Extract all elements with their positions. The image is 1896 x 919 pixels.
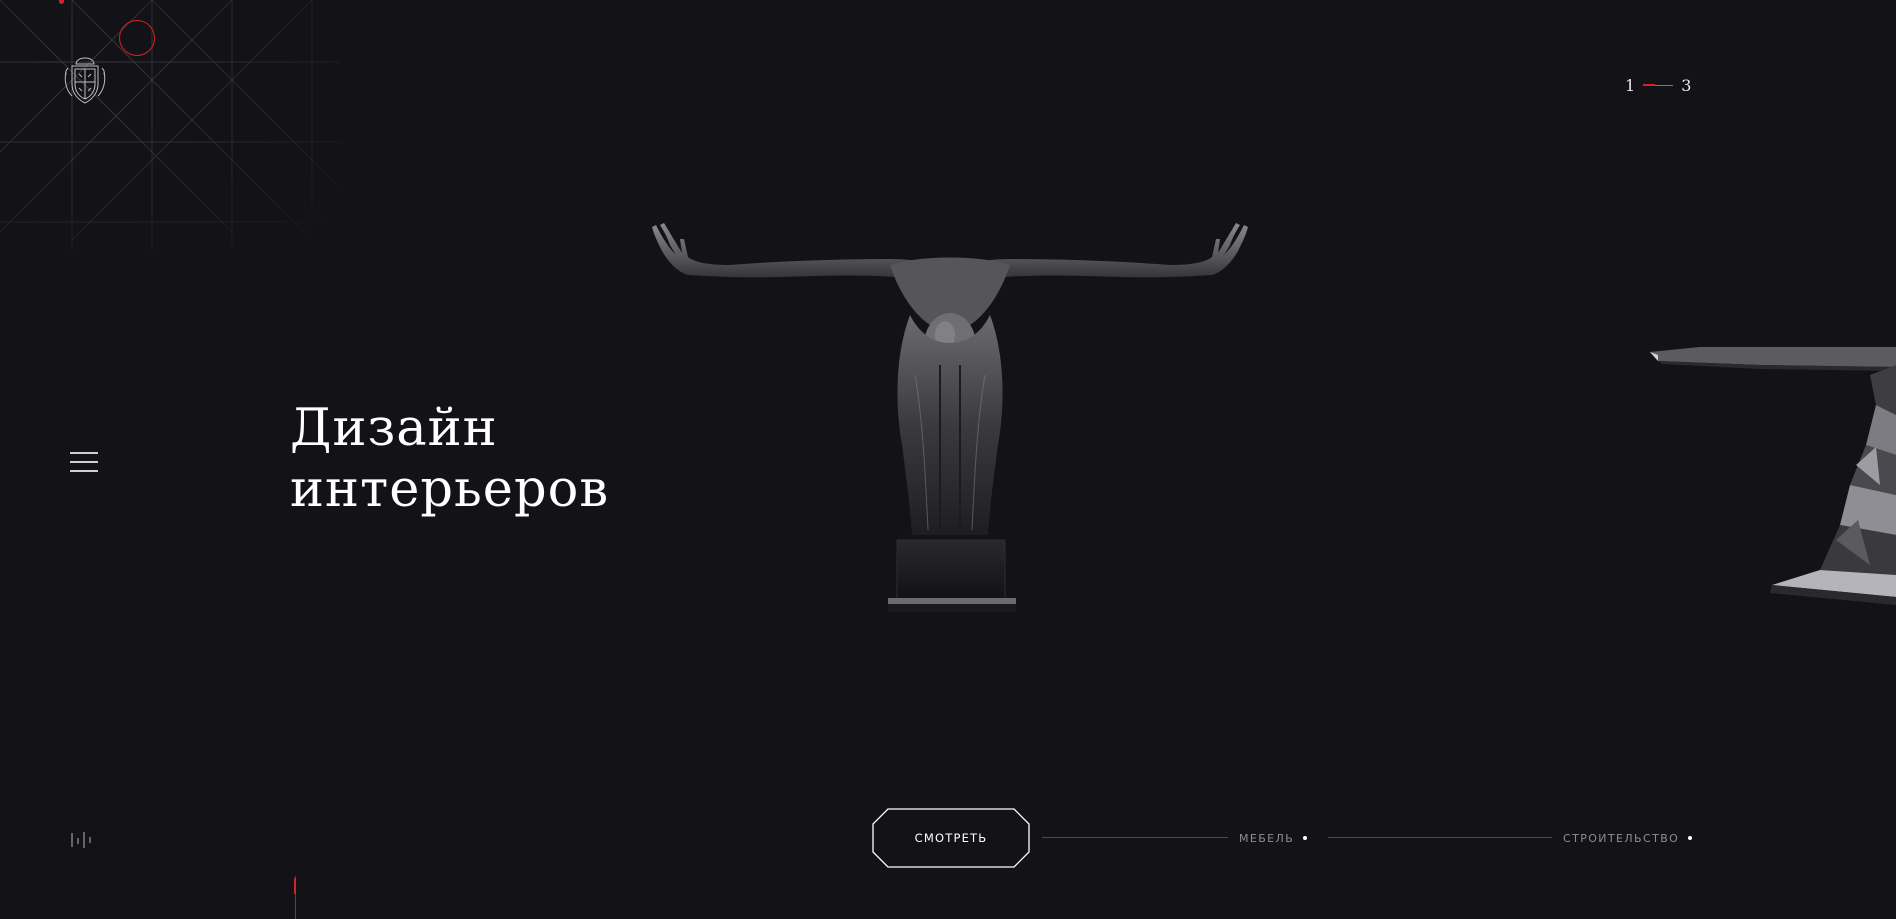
watch-button[interactable]: СМОТРЕТЬ: [872, 808, 1030, 868]
accent-circle: [119, 20, 155, 56]
nav-link-construction[interactable]: СТРОИТЕЛЬСТВО: [1563, 829, 1693, 847]
slide-total: 3: [1681, 75, 1692, 95]
slide-progress-separator: [1643, 84, 1674, 86]
scroll-thumb: [294, 878, 296, 894]
grid-decoration: [0, 0, 341, 250]
nav-divider-line: [1328, 837, 1552, 838]
crest-logo-icon[interactable]: [62, 56, 108, 106]
sound-wave-icon[interactable]: [70, 830, 98, 850]
nav-link-furniture[interactable]: МЕБЕЛЬ: [1239, 829, 1308, 847]
nav-dot-icon: [1303, 836, 1308, 840]
hero-title-line-2: интерьеров: [290, 460, 610, 519]
scroll-indicator: [294, 876, 296, 919]
statue-image: [652, 223, 1248, 612]
hamburger-menu-icon[interactable]: [68, 450, 102, 476]
slide-current: 1: [1625, 75, 1636, 95]
hero-stage: 1 3 Дизайн интерьеров СМОТРЕТЬ МЕБЕЛЬ СТ…: [0, 0, 1896, 919]
table-sculpture-image: [1650, 347, 1896, 605]
nav-link-construction-label: СТРОИТЕЛЬСТВО: [1563, 831, 1680, 845]
nav-dot-icon: [1688, 836, 1693, 840]
nav-link-furniture-label: МЕБЕЛЬ: [1239, 831, 1295, 845]
hero-title: Дизайн интерьеров: [290, 398, 609, 520]
nav-divider-line: [1042, 837, 1228, 838]
watch-button-label: СМОТРЕТЬ: [914, 831, 988, 845]
hero-title-line-1: Дизайн: [290, 399, 498, 458]
slide-counter: 1 3: [1625, 74, 1691, 96]
